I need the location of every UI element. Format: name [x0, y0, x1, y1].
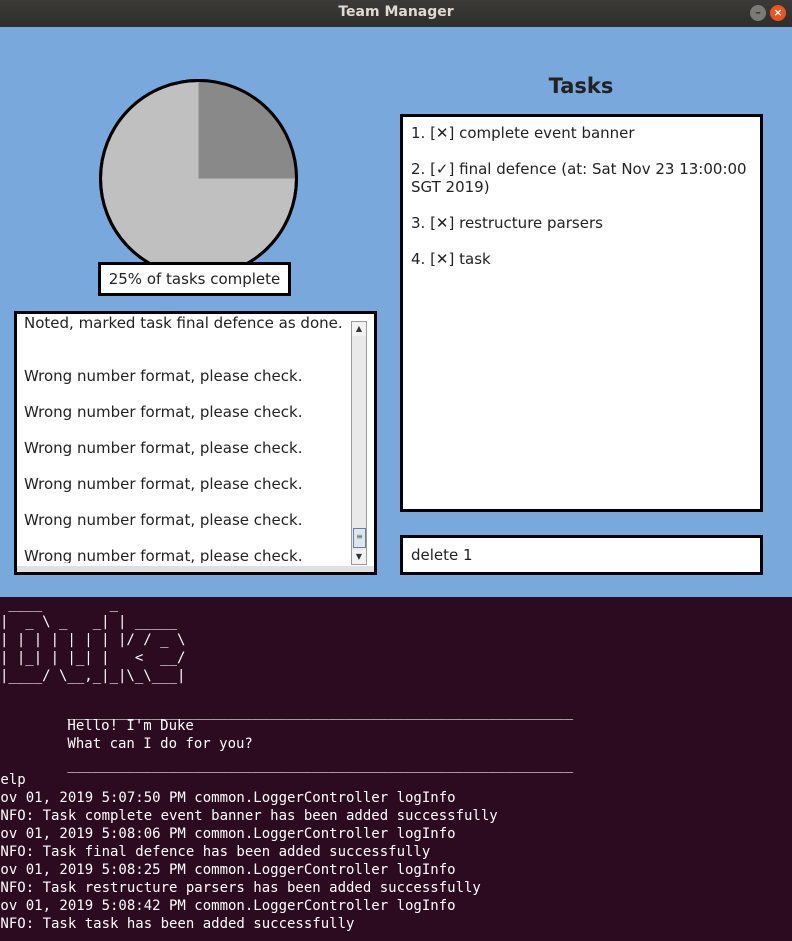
close-icon[interactable]: × [770, 5, 786, 21]
log-line: Wrong number format, please check. [24, 439, 303, 457]
terminal-output: ____ _ | _ \ _ _| | _____ | | | | | | | … [0, 597, 792, 941]
response-log[interactable]: Noted, marked task final defence as done… [14, 311, 377, 575]
tasks-heading: Tasks [548, 74, 614, 98]
terminal-line: ____ _ [0, 597, 186, 612]
window-titlebar: Team Manager – × [0, 0, 792, 27]
progress-label: 25% of tasks complete [98, 262, 291, 296]
terminal-line: Nov 01, 2019 5:07:50 PM common.LoggerCon… [0, 790, 456, 806]
terminal-line: INFO: Task final defence has been added … [0, 844, 431, 860]
terminal-line: INFO: Task task has been added successfu… [0, 916, 355, 932]
terminal-line: | | | | | | | |/ / _ \ [0, 632, 186, 648]
log-line: Wrong number format, please check. [24, 475, 303, 493]
terminal-line: | |_| | |_| | < __/ [0, 650, 186, 666]
log-scrollbar[interactable]: ▲ ≡ ▼ [351, 321, 367, 565]
command-input[interactable]: delete 1 [400, 535, 763, 575]
app-panel: 25% of tasks complete Noted, marked task… [0, 27, 792, 597]
window-title: Team Manager [338, 4, 454, 20]
terminal-line: INFO: Task complete event banner has bee… [0, 808, 498, 824]
log-line: Wrong number format, please check. [24, 547, 303, 563]
log-line: Wrong number format, please check. [24, 367, 303, 385]
task-item: 1. [✕] complete event banner [411, 124, 635, 142]
terminal-line: INFO: Task restructure parsers has been … [0, 880, 481, 896]
terminal-line: |____/ \__,_|_|\_\___| [0, 668, 186, 684]
log-line: Wrong number format, please check. [24, 403, 303, 421]
terminal-line: help [0, 772, 26, 788]
log-line: Noted, marked task final defence as done… [24, 314, 343, 332]
scrollbar-thumb[interactable]: ≡ [353, 528, 366, 548]
terminal-line: Nov 01, 2019 5:08:25 PM common.LoggerCon… [0, 862, 456, 878]
task-item: 3. [✕] restructure parsers [411, 214, 603, 232]
completion-pie-chart [99, 79, 298, 278]
terminal-line: Nov 01, 2019 5:08:42 PM common.LoggerCon… [0, 898, 456, 914]
terminal-line: Nov 01, 2019 5:08:06 PM common.LoggerCon… [0, 826, 456, 842]
minimize-icon[interactable]: – [750, 5, 766, 21]
log-content: Noted, marked task final defence as done… [24, 314, 349, 563]
task-list: 1. [✕] complete event banner 2. [✓] fina… [400, 114, 763, 512]
scroll-down-icon[interactable]: ▼ [352, 550, 366, 564]
terminal-line: Hello! I'm Duke [0, 718, 194, 734]
task-item: 4. [✕] task [411, 250, 491, 268]
terminal-line: | _ \ _ _| | _____ [0, 614, 186, 630]
scroll-up-icon[interactable]: ▲ [352, 322, 366, 336]
log-bottom-border [17, 566, 374, 572]
terminal-line: What can I do for you? [0, 736, 253, 752]
task-item: 2. [✓] final defence (at: Sat Nov 23 13:… [411, 160, 747, 196]
log-line: Wrong number format, please check. [24, 511, 303, 529]
terminal-line: ________________________________________… [0, 757, 574, 773]
